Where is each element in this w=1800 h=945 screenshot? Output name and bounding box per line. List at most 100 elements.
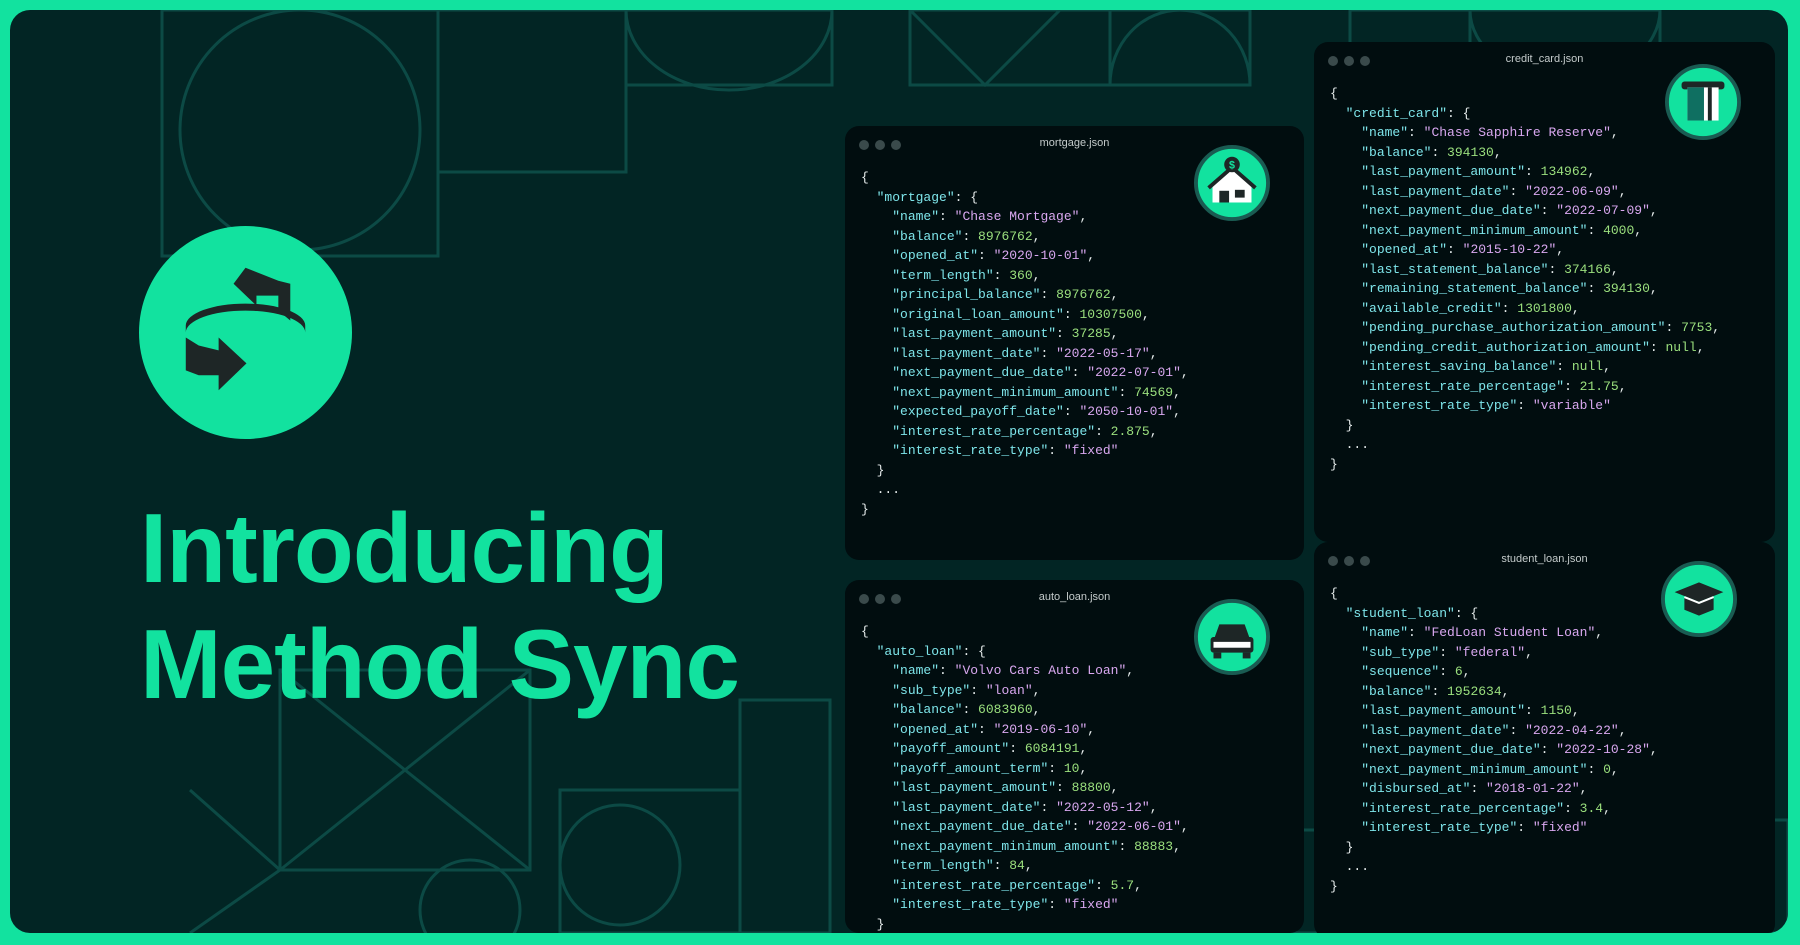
json-value: null	[1665, 339, 1697, 355]
json-key: "name"	[1361, 625, 1409, 640]
json-key: "last_payment_amount"	[1361, 703, 1526, 718]
headline-line-1: Introducing	[140, 493, 669, 603]
json-key: "next_payment_due_date"	[1361, 742, 1541, 757]
auto-loan-json-card: auto_loan.json { "auto_loan": { "name": …	[845, 580, 1304, 933]
json-value: 1952634	[1447, 683, 1502, 699]
json-key: "interest_rate_type"	[1361, 820, 1518, 835]
json-value: 88800	[1071, 780, 1111, 795]
json-value: "variable"	[1532, 398, 1611, 413]
json-key: "next_payment_minimum_amount"	[1361, 222, 1588, 238]
json-key: "payoff_amount_term"	[892, 760, 1049, 776]
json-value: "2022-06-01"	[1087, 819, 1181, 834]
json-key: "last_payment_date"	[892, 799, 1041, 815]
json-value: "2022-07-01"	[1087, 365, 1181, 380]
json-key: "interest_rate_percentage"	[892, 877, 1096, 893]
json-value: "fixed"	[1532, 820, 1588, 835]
json-value: "2022-06-09"	[1525, 183, 1619, 199]
headline: Introducing Method Sync	[140, 490, 740, 722]
json-value: "Chase Sapphire Reserve"	[1423, 125, 1611, 140]
json-root-key: "auto_loan"	[876, 643, 963, 659]
json-value: "2019-06-10"	[993, 721, 1088, 737]
json-key: "interest_rate_type"	[892, 443, 1049, 458]
json-value: "2018-01-22"	[1486, 781, 1580, 796]
json-value: "federal"	[1454, 644, 1526, 660]
json-value: "2050-10-01"	[1079, 404, 1174, 419]
json-key: "pending_credit_authorization_amount"	[1361, 339, 1650, 355]
json-value: 8976762	[978, 228, 1033, 244]
json-key: "disbursed_at"	[1361, 781, 1471, 796]
json-root-key: "student_loan"	[1345, 605, 1455, 621]
student-loan-json-card: student_loan.json { "student_loan": { "n…	[1314, 542, 1775, 933]
json-key: "term_length"	[892, 267, 994, 283]
json-key: "payoff_amount"	[892, 741, 1010, 756]
json-key: "last_statement_balance"	[1361, 261, 1549, 277]
json-value: "2022-10-28"	[1556, 742, 1650, 757]
credit-card-icon	[1665, 64, 1741, 140]
json-value: 134962	[1540, 164, 1588, 179]
json-value: 1150	[1540, 703, 1572, 718]
json-value: null	[1571, 359, 1604, 374]
json-key: "name"	[892, 663, 940, 678]
json-key: "last_payment_amount"	[1361, 164, 1526, 179]
json-value: 4000	[1603, 222, 1635, 238]
json-value: 37285	[1071, 326, 1111, 341]
json-key: "opened_at"	[892, 721, 979, 737]
json-value: 6084191	[1024, 741, 1080, 756]
json-value: 7753	[1681, 320, 1713, 335]
json-key: "next_payment_minimum_amount"	[892, 838, 1119, 854]
json-value: "fixed"	[1063, 443, 1119, 458]
json-value: 21.75	[1579, 378, 1619, 394]
json-key: "original_loan_amount"	[892, 306, 1064, 322]
json-key: "principal_balance"	[892, 287, 1041, 302]
method-sync-logo	[139, 226, 352, 439]
json-key: "available_credit"	[1361, 300, 1502, 316]
json-key: "next_payment_due_date"	[892, 819, 1072, 834]
json-key: "balance"	[892, 702, 963, 717]
json-value: 394130	[1447, 144, 1494, 160]
json-key: "interest_rate_type"	[1361, 398, 1518, 413]
json-value: 2.875	[1110, 423, 1150, 439]
json-value: 10	[1063, 760, 1080, 776]
json-value: "2022-05-17"	[1056, 345, 1150, 361]
json-value: "2022-05-12"	[1056, 799, 1150, 815]
json-key: "interest_rate_percentage"	[892, 423, 1096, 439]
json-value: 5.7	[1110, 877, 1135, 893]
credit-card-json-card: credit_card.json { "credit_card": { "nam…	[1314, 42, 1775, 542]
json-key: "opened_at"	[1361, 242, 1448, 257]
json-value: "2022-04-22"	[1525, 722, 1619, 738]
json-value: "loan"	[985, 682, 1033, 698]
json-key: "next_payment_minimum_amount"	[892, 384, 1119, 400]
json-value: "2015-10-22"	[1462, 242, 1557, 257]
json-key: "name"	[1361, 125, 1409, 140]
json-key: "remaining_statement_balance"	[1361, 281, 1588, 296]
json-value: 8976762	[1056, 287, 1111, 302]
json-value: "FedLoan Student Loan"	[1423, 625, 1596, 640]
json-value: 84	[1009, 858, 1025, 873]
banner: Introducing Method Sync mortgage.json { …	[10, 10, 1788, 933]
mortgage-json-card: mortgage.json { "mortgage": { "name": "C…	[845, 126, 1304, 560]
json-value: 6	[1454, 664, 1463, 679]
svg-text:$: $	[1229, 159, 1235, 171]
json-key: "interest_saving_balance"	[1361, 359, 1557, 374]
json-value: 6083960	[978, 702, 1033, 717]
json-key: "term_length"	[892, 858, 994, 873]
json-key: "sequence"	[1361, 664, 1440, 679]
json-key: "balance"	[1361, 144, 1432, 160]
json-value: 374166	[1564, 261, 1611, 277]
json-value: "fixed"	[1063, 897, 1119, 912]
json-key: "last_payment_date"	[1361, 722, 1510, 738]
json-key: "next_payment_minimum_amount"	[1361, 761, 1588, 777]
json-key: "last_payment_date"	[1361, 183, 1510, 199]
json-key: "pending_purchase_authorization_amount"	[1361, 320, 1666, 335]
json-root-key: "credit_card"	[1345, 105, 1448, 121]
json-key: "last_payment_amount"	[892, 326, 1057, 341]
json-value: 88883	[1134, 838, 1174, 854]
json-key: "balance"	[1361, 683, 1432, 699]
json-key: "name"	[892, 209, 940, 224]
json-value: 74569	[1134, 384, 1174, 400]
json-value: 0	[1603, 761, 1611, 777]
json-key: "next_payment_due_date"	[892, 365, 1072, 380]
json-key: "next_payment_due_date"	[1361, 203, 1541, 218]
json-value: 1301800	[1517, 300, 1572, 316]
json-value: 360	[1009, 267, 1033, 283]
